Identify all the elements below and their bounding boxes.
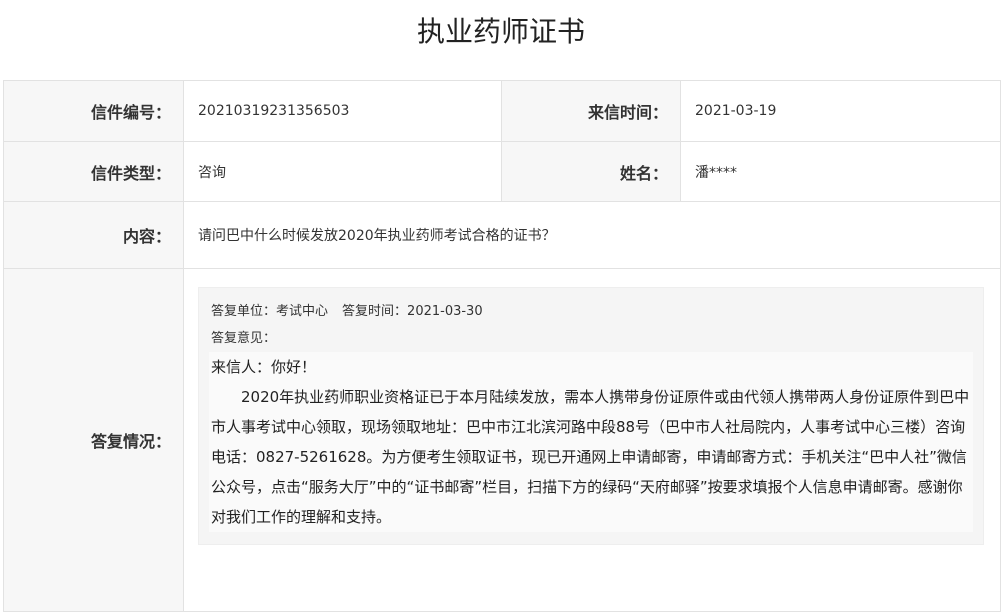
table-row: 信件编号： 20210319231356503 来信时间： 2021-03-19 xyxy=(3,80,1001,142)
reply-time-value: 2021-03-30 xyxy=(407,304,483,319)
reply-unit-value: 考试中心 xyxy=(276,304,329,319)
letter-number-value: 20210319231356503 xyxy=(183,80,502,142)
reply-box: 答复单位：考试中心 答复时间：2021-03-30 答复意见： 来信人：你好！ 2… xyxy=(198,287,984,545)
reply-body: 来信人：你好！ 2020年执业药师职业资格证已于本月陆续发放，需本人携带身份证原… xyxy=(209,352,973,532)
reply-unit-label: 答复单位： xyxy=(211,304,277,319)
table-row: 答复情况： 答复单位：考试中心 答复时间：2021-03-30 答复意见： 来信人… xyxy=(3,268,1001,612)
reply-opinion-label: 答复意见： xyxy=(211,331,277,346)
letter-type-label: 信件类型： xyxy=(3,141,184,202)
sender-name-label: 姓名： xyxy=(501,141,681,202)
letter-number-label: 信件编号： xyxy=(3,80,184,142)
letter-info-table: 信件编号： 20210319231356503 来信时间： 2021-03-19… xyxy=(3,80,1001,612)
table-row: 内容： 请问巴中什么时候发放2020年执业药师考试合格的证书？ xyxy=(3,201,1001,269)
reply-meta-line: 答复单位：考试中心 答复时间：2021-03-30 xyxy=(209,298,973,325)
sender-name-value: 潘**** xyxy=(680,141,1001,202)
reply-label: 答复情况： xyxy=(3,268,184,612)
letter-date-label: 来信时间： xyxy=(501,80,681,142)
table-row: 信件类型： 咨询 姓名： 潘**** xyxy=(3,141,1001,202)
letter-type-value: 咨询 xyxy=(183,141,502,202)
reply-cell: 答复单位：考试中心 答复时间：2021-03-30 答复意见： 来信人：你好！ 2… xyxy=(183,268,1001,612)
content-label: 内容： xyxy=(3,201,184,269)
reply-time-label: 答复时间： xyxy=(342,304,408,319)
reply-greeting: 来信人：你好！ xyxy=(211,358,317,376)
content-value: 请问巴中什么时候发放2020年执业药师考试合格的证书？ xyxy=(183,201,1001,269)
reply-text: 2020年执业药师职业资格证已于本月陆续发放，需本人携带身份证原件或由代领人携带… xyxy=(211,388,970,526)
letter-date-value: 2021-03-19 xyxy=(680,80,1001,142)
page-title: 执业药师证书 xyxy=(416,15,585,48)
